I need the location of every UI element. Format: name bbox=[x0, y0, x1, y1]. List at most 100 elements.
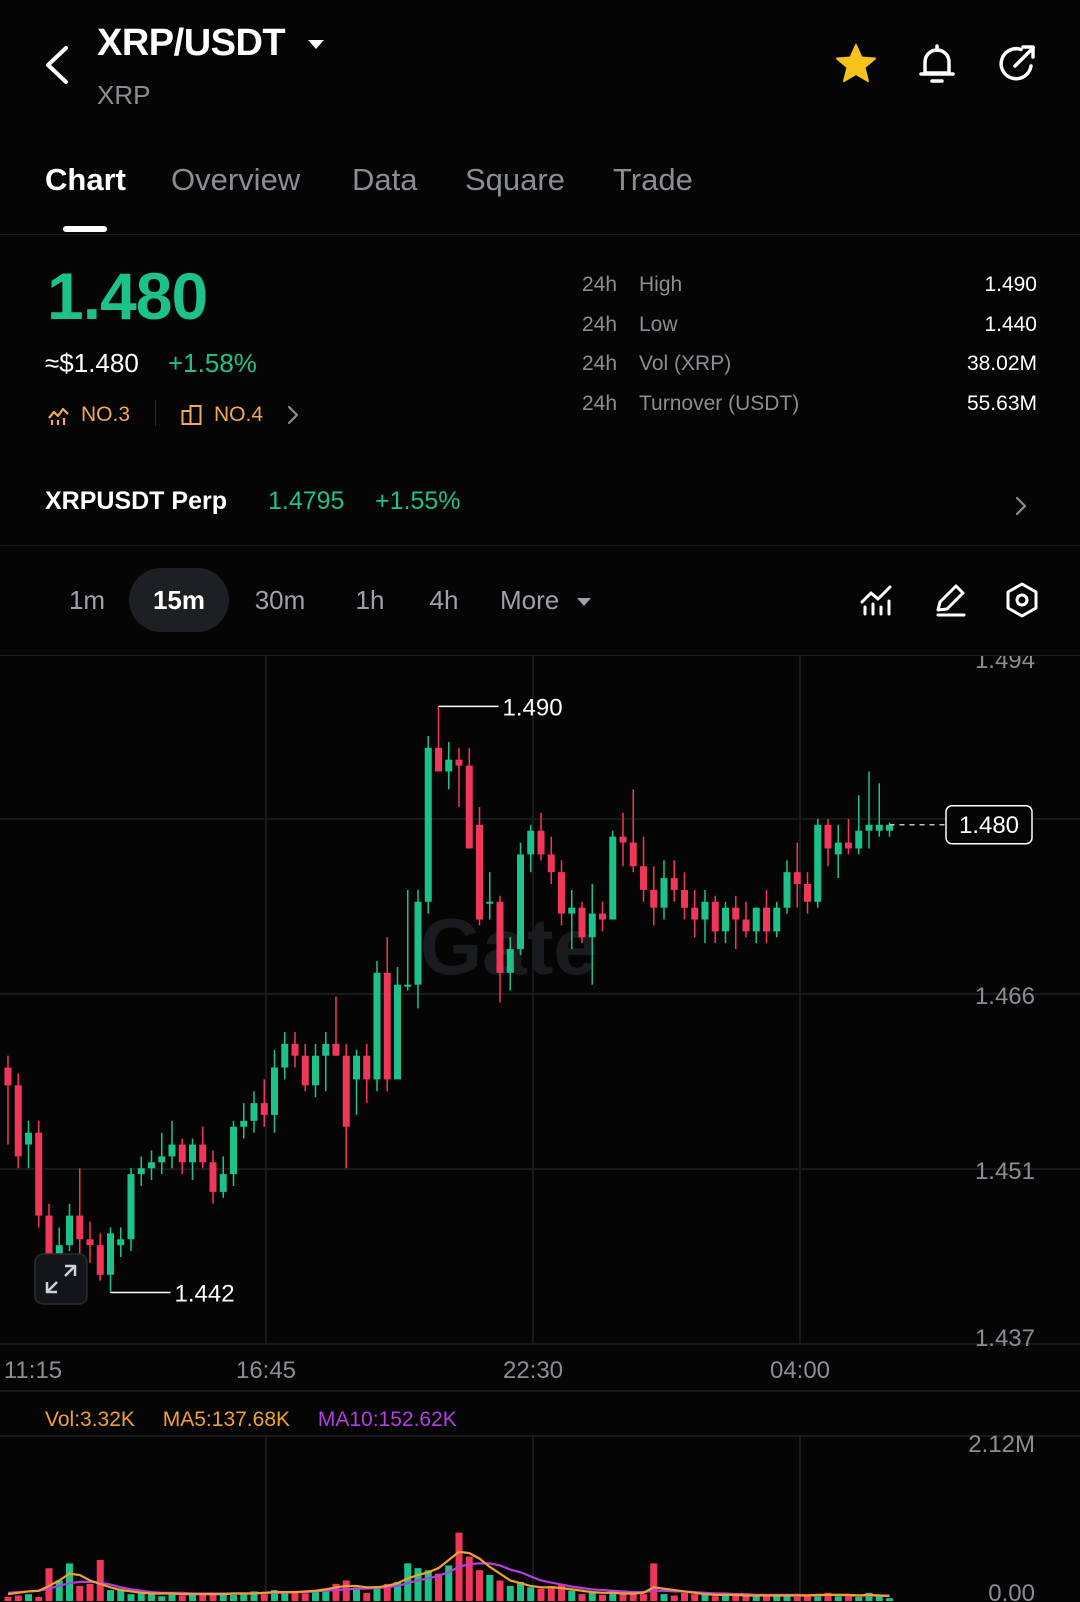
candle bbox=[189, 1138, 196, 1181]
candle bbox=[804, 872, 811, 914]
candle-body bbox=[722, 907, 729, 932]
candle-body bbox=[691, 907, 699, 920]
interval-15m[interactable]: 15m bbox=[129, 568, 229, 632]
stat-label: Vol (XRP) bbox=[639, 352, 732, 375]
volume-bar bbox=[486, 1575, 494, 1601]
last-price-tag-label: 1.480 bbox=[959, 812, 1019, 839]
volume-bar bbox=[599, 1594, 606, 1601]
candle bbox=[107, 1227, 114, 1293]
candle-body bbox=[660, 878, 668, 908]
stat-label: Low bbox=[639, 313, 678, 336]
volume-bar bbox=[363, 1592, 371, 1601]
volume-bar bbox=[732, 1595, 740, 1601]
perp-row[interactable]: XRPUSDT Perp 1.4795 +1.55% bbox=[0, 470, 1080, 546]
volume-bar bbox=[230, 1594, 237, 1601]
candle-body bbox=[66, 1215, 73, 1246]
candle-body bbox=[219, 1174, 227, 1192]
indicator-icon[interactable] bbox=[857, 580, 897, 620]
candle bbox=[332, 996, 340, 1056]
settings-icon[interactable] bbox=[1002, 580, 1042, 620]
candle-body bbox=[414, 901, 422, 985]
candle bbox=[732, 895, 740, 950]
volume-bar bbox=[568, 1590, 576, 1601]
tab-data[interactable]: Data bbox=[352, 162, 417, 198]
candle bbox=[701, 889, 709, 944]
back-icon[interactable] bbox=[38, 40, 78, 90]
volume-bar bbox=[670, 1595, 678, 1601]
candle-body bbox=[886, 824, 893, 831]
pair-title[interactable]: XRP/USDT bbox=[97, 22, 286, 65]
rank-badge-1[interactable]: NO.3 bbox=[47, 400, 130, 430]
candle-body bbox=[240, 1120, 248, 1127]
candle-body bbox=[824, 824, 832, 849]
candle bbox=[742, 901, 750, 938]
volume-bar bbox=[711, 1596, 719, 1601]
candle-body bbox=[250, 1103, 258, 1121]
candle bbox=[547, 836, 555, 884]
candle-body bbox=[35, 1132, 43, 1216]
candle-body bbox=[465, 765, 473, 849]
candle-body bbox=[681, 889, 688, 908]
interval-30m[interactable]: 30m bbox=[240, 568, 320, 632]
bell-icon[interactable] bbox=[913, 40, 961, 88]
candle bbox=[681, 872, 688, 920]
candles-layer bbox=[4, 706, 893, 1293]
candle-body bbox=[701, 901, 709, 920]
candle bbox=[824, 818, 832, 867]
candlestick-chart[interactable]: Gate 1.494 1.466 1.451 1.437 11:15 16:45… bbox=[0, 647, 1080, 1602]
interval-1h[interactable]: 1h bbox=[340, 568, 400, 632]
volume-bar bbox=[301, 1593, 309, 1601]
candle bbox=[670, 860, 678, 902]
candle bbox=[609, 830, 617, 920]
volume-bar bbox=[14, 1595, 22, 1601]
interval-more[interactable]: More bbox=[500, 568, 610, 632]
candle-body bbox=[763, 907, 770, 932]
caret-down-icon bbox=[577, 598, 592, 607]
rank-badge-2[interactable]: NO.4 bbox=[180, 400, 263, 430]
volume-bar bbox=[619, 1594, 627, 1601]
tab-chart[interactable]: Chart bbox=[45, 162, 126, 198]
chart-svg: Gate 1.494 1.466 1.451 1.437 11:15 16:45… bbox=[0, 647, 1080, 1602]
candle-body bbox=[793, 872, 801, 884]
y-tick-label: 1.494 bbox=[975, 656, 1035, 674]
candle bbox=[35, 1120, 43, 1228]
volume-bar bbox=[55, 1580, 63, 1601]
share-icon[interactable] bbox=[993, 40, 1041, 88]
candle bbox=[148, 1150, 155, 1181]
candle bbox=[271, 1049, 278, 1133]
candle bbox=[209, 1150, 217, 1204]
interval-1m[interactable]: 1m bbox=[55, 568, 119, 632]
last-price: 1.480 bbox=[47, 259, 208, 333]
chevron-right-icon[interactable] bbox=[286, 404, 300, 426]
stat-row-low: 24h Low 1.440 bbox=[582, 313, 1037, 343]
candle-body bbox=[506, 949, 514, 973]
caret-down-icon[interactable] bbox=[305, 34, 327, 56]
interval-4h[interactable]: 4h bbox=[414, 568, 474, 632]
volume-bar bbox=[281, 1592, 289, 1601]
candle bbox=[845, 818, 852, 855]
x-tick-label: 22:30 bbox=[503, 1357, 563, 1384]
volume-bar bbox=[76, 1585, 84, 1601]
candle bbox=[250, 1091, 258, 1133]
candle bbox=[537, 812, 545, 861]
stat-value: 1.490 bbox=[984, 273, 1037, 296]
star-icon[interactable] bbox=[832, 40, 880, 88]
candle bbox=[76, 1168, 84, 1263]
candle-body bbox=[14, 1085, 22, 1157]
candle-body bbox=[107, 1233, 114, 1275]
chevron-right-icon[interactable] bbox=[1014, 495, 1028, 517]
tab-overview[interactable]: Overview bbox=[171, 162, 300, 198]
stat-value: 55.63M bbox=[966, 392, 1037, 415]
candle bbox=[660, 860, 668, 920]
candle-body bbox=[117, 1239, 125, 1246]
candle-body bbox=[865, 824, 873, 831]
volume-bar bbox=[537, 1588, 545, 1601]
volume-bar bbox=[96, 1559, 104, 1601]
tab-square[interactable]: Square bbox=[465, 162, 565, 198]
expand-chart-button[interactable] bbox=[34, 1253, 88, 1305]
tab-trade[interactable]: Trade bbox=[613, 162, 693, 198]
volume-bar bbox=[496, 1580, 504, 1601]
draw-pencil-icon[interactable] bbox=[930, 580, 970, 620]
candle bbox=[373, 960, 381, 1092]
candle bbox=[383, 937, 391, 1092]
